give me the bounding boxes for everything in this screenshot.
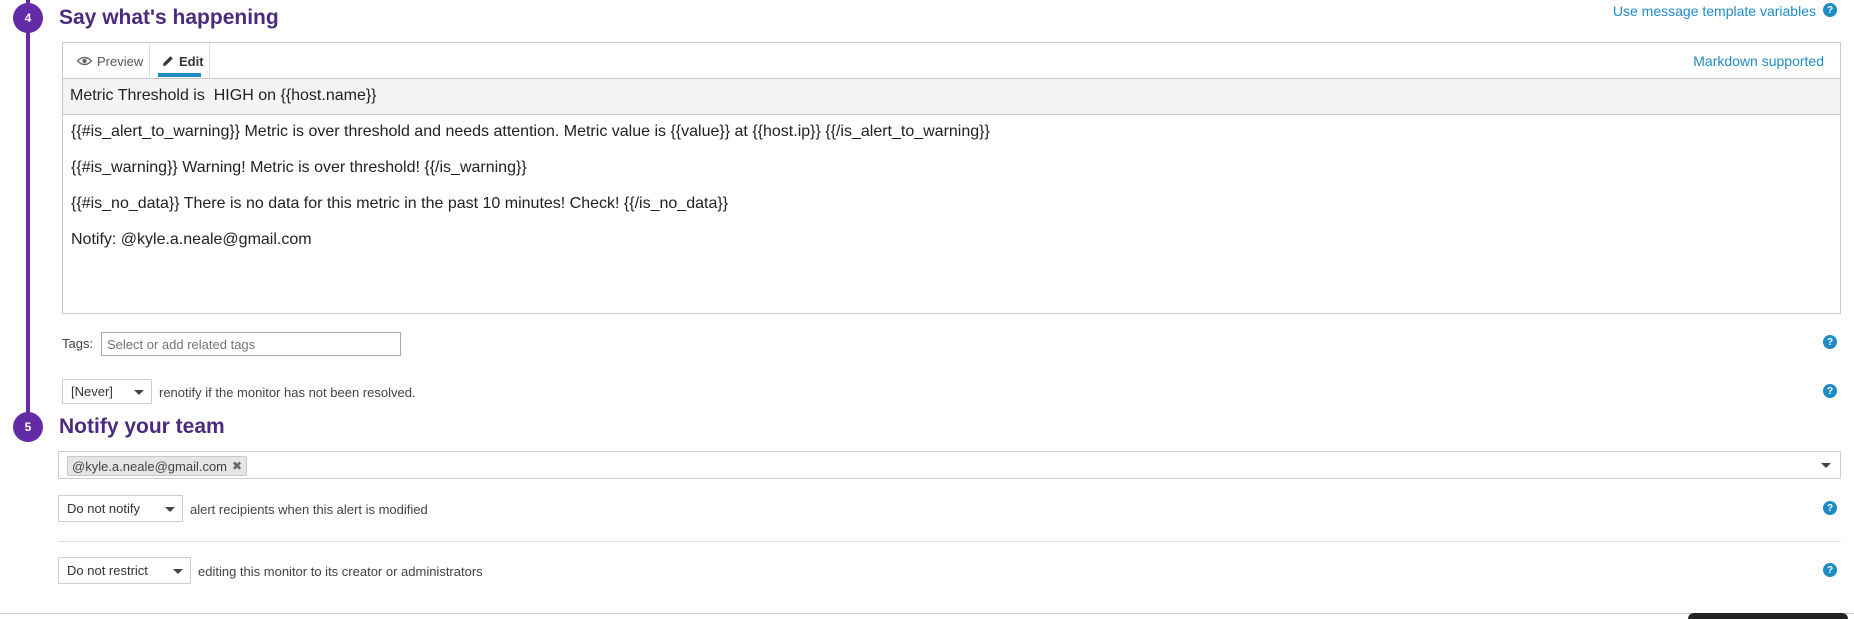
tab-edit[interactable]: Edit: [149, 43, 210, 79]
step-number-5: 5: [13, 412, 43, 442]
body-line: {{#is_no_data}} There is no data for thi…: [71, 195, 729, 212]
renotify-value: [Never]: [71, 384, 113, 399]
recipients-select[interactable]: @kyle.a.neale@gmail.com ✖: [58, 451, 1841, 479]
pencil-icon: [162, 55, 174, 67]
step-timeline: [26, 0, 30, 428]
step-number-4: 4: [13, 3, 43, 33]
body-line: Notify: @kyle.a.neale@gmail.com: [71, 231, 312, 248]
help-icon[interactable]: ?: [1823, 384, 1837, 398]
help-icon[interactable]: ?: [1823, 563, 1837, 577]
renotify-select[interactable]: [Never]: [62, 379, 152, 404]
divider: [58, 541, 1841, 542]
editor-tabs: Preview Edit Markdown supported: [63, 43, 1840, 79]
notify-modified-select[interactable]: Do not notify: [58, 495, 183, 522]
restrict-editing-select[interactable]: Do not restrict: [58, 557, 191, 584]
restrict-editing-value: Do not restrict: [67, 563, 148, 578]
markdown-supported-link[interactable]: Markdown supported: [1693, 53, 1824, 69]
recipient-token: @kyle.a.neale@gmail.com ✖: [67, 456, 248, 476]
tags-label: Tags:: [62, 336, 94, 351]
caret-down-icon: [165, 506, 175, 512]
template-variables-link[interactable]: Use message template variables: [1613, 3, 1816, 19]
help-icon[interactable]: ?: [1823, 335, 1837, 349]
message-editor: Preview Edit Markdown supported Metric T…: [62, 42, 1841, 314]
close-icon[interactable]: ✖: [232, 459, 242, 473]
help-icon[interactable]: ?: [1823, 3, 1837, 17]
restrict-editing-text: editing this monitor to its creator or a…: [198, 564, 483, 579]
tab-preview-label: Preview: [97, 53, 144, 69]
step-title-notify-your-team: Notify your team: [59, 415, 225, 438]
body-line: {{#is_alert_to_warning}} Metric is over …: [71, 123, 990, 140]
help-icon[interactable]: ?: [1823, 501, 1837, 515]
tab-active-indicator: [158, 73, 201, 77]
caret-down-icon: [1821, 463, 1831, 468]
body-line: {{#is_warning}} Warning! Metric is over …: [71, 159, 527, 176]
tab-preview[interactable]: Preview: [63, 43, 149, 79]
caret-down-icon: [134, 389, 144, 395]
renotify-text: renotify if the monitor has not been res…: [159, 385, 416, 400]
notify-modified-text: alert recipients when this alert is modi…: [190, 502, 428, 517]
eye-icon: [77, 56, 92, 66]
recipient-token-label: @kyle.a.neale@gmail.com: [72, 458, 228, 474]
tab-edit-label: Edit: [179, 53, 204, 69]
footer-button-edge[interactable]: [1688, 613, 1848, 619]
message-body-textarea[interactable]: {{#is_alert_to_warning}} Metric is over …: [63, 115, 1840, 271]
tags-input[interactable]: [101, 332, 401, 356]
page-bottom-divider: [0, 613, 1854, 614]
notify-modified-value: Do not notify: [67, 501, 140, 516]
step-title-say-whats-happening: Say what's happening: [59, 6, 279, 29]
message-subject-input[interactable]: Metric Threshold is HIGH on {{host.name}…: [63, 79, 1840, 115]
caret-down-icon: [173, 568, 183, 574]
